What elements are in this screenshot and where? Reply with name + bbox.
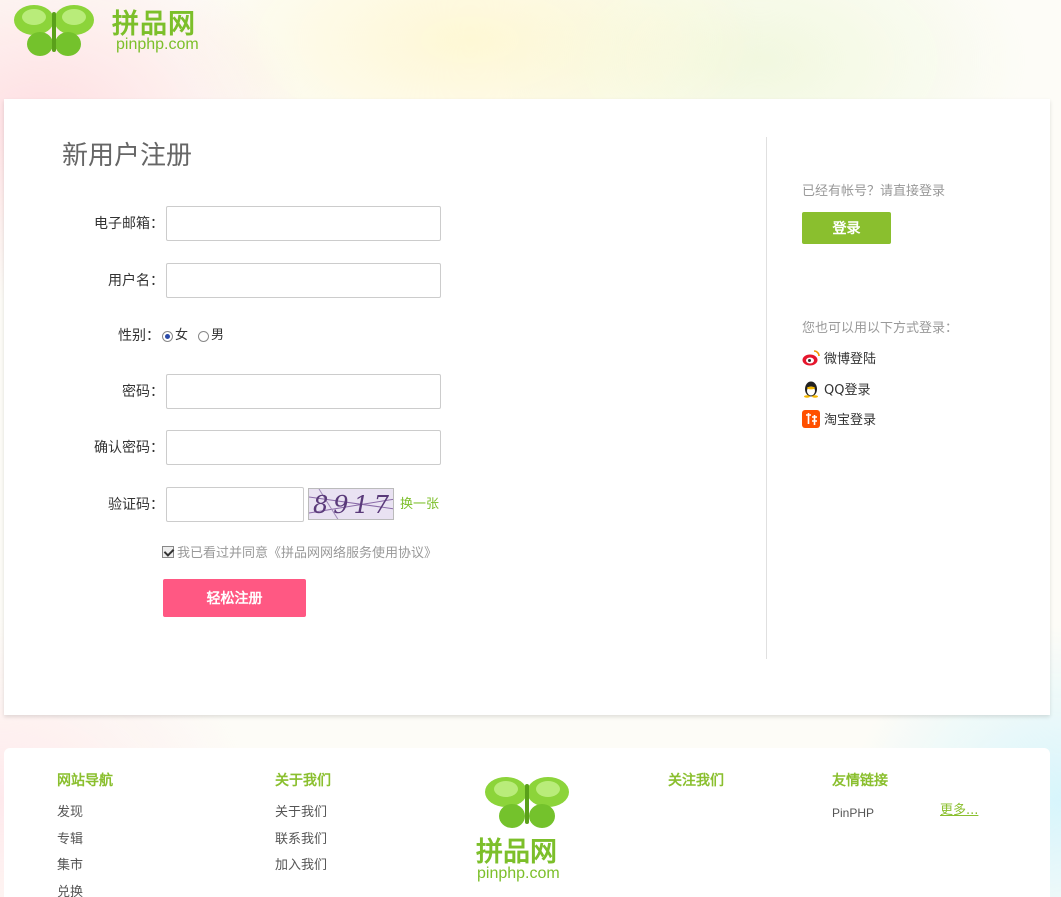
- footer-about-column: 关于我们 关于我们 联系我们 加入我们: [275, 770, 331, 880]
- radio-male[interactable]: [198, 330, 210, 342]
- vertical-divider: [766, 137, 767, 659]
- gender-options: 女 男: [162, 318, 234, 354]
- agreement[interactable]: 我已看过并同意《拼品网网络服务使用协议》: [162, 542, 437, 561]
- footer-links-title: 友情链接: [832, 773, 888, 789]
- footer-logo-text-en: pinphp.com: [477, 865, 560, 882]
- login-hint: 已经有帐号？请直接登录: [802, 184, 946, 199]
- password-field[interactable]: [166, 374, 441, 409]
- captcha-label: 验证码：: [108, 497, 164, 513]
- qq-login-label: QQ登录: [824, 383, 871, 398]
- captcha-image[interactable]: 8917: [308, 488, 394, 520]
- gender-label: 性别：: [118, 328, 160, 344]
- taobao-login-link[interactable]: 淘宝登录: [802, 409, 876, 428]
- footer-nav-column: 网站导航 发现 专辑 集市 兑换: [57, 770, 113, 897]
- footer-follow-title: 关注我们: [668, 773, 724, 789]
- captcha-row: 验证码： 8917 换一张: [4, 487, 464, 523]
- confirm-password-field[interactable]: [166, 430, 441, 465]
- weibo-login-label: 微博登陆: [824, 352, 877, 367]
- butterfly-icon: [14, 5, 94, 56]
- gender-female-option[interactable]: 女: [162, 318, 188, 354]
- page-title: 新用户注册: [62, 141, 193, 171]
- taobao-login-label: 淘宝登录: [824, 413, 877, 428]
- footer-nav-title: 网站导航: [57, 773, 113, 789]
- taobao-icon: [802, 409, 820, 428]
- footer-about-link[interactable]: 联系我们: [275, 827, 331, 854]
- refresh-captcha-link[interactable]: 换一张: [400, 487, 439, 523]
- footer-follow-column: 关注我们: [668, 770, 724, 800]
- password-label: 密码：: [122, 384, 164, 400]
- footer-logo[interactable]: 拼品网 pinphp.com: [474, 774, 584, 886]
- footer-nav-link[interactable]: 发现: [57, 800, 113, 827]
- username-label: 用户名：: [108, 273, 164, 289]
- footer-about-title: 关于我们: [275, 773, 331, 789]
- gender-male-label: 男: [211, 328, 225, 343]
- other-login-hint: 您也可以用以下方式登录：: [802, 321, 959, 336]
- email-label: 电子邮箱：: [94, 216, 164, 232]
- captcha-text: 8917: [313, 491, 394, 519]
- footer-nav-link[interactable]: 集市: [57, 853, 113, 880]
- username-field[interactable]: [166, 263, 441, 298]
- gender-female-label: 女: [175, 328, 189, 343]
- register-button[interactable]: 轻松注册: [163, 579, 306, 617]
- captcha-field[interactable]: [166, 487, 304, 522]
- radio-female[interactable]: [162, 330, 173, 342]
- footer: 网站导航 发现 专辑 集市 兑换 关于我们 关于我们 联系我们 加入我们 拼品网…: [4, 748, 1050, 897]
- agree-text: 我已看过并同意《拼品网网络服务使用协议》: [177, 546, 438, 561]
- agree-checkbox[interactable]: [162, 545, 174, 558]
- login-button[interactable]: 登录: [802, 212, 891, 244]
- weibo-icon: [802, 349, 820, 365]
- weibo-login-link[interactable]: 微博登陆: [802, 348, 876, 367]
- footer-about-link[interactable]: 加入我们: [275, 853, 331, 880]
- footer-links-column: 友情链接 PinPHP: [832, 770, 888, 827]
- site-logo[interactable]: 拼品网 pinphp.com: [12, 0, 212, 62]
- confirm-password-label: 确认密码：: [94, 440, 164, 456]
- footer-logo-text-cn: 拼品网: [476, 837, 557, 868]
- qq-penguin-icon: [804, 381, 818, 398]
- gender-male-option[interactable]: 男: [198, 318, 224, 354]
- logo-text-en: pinphp.com: [116, 36, 199, 53]
- footer-nav-link[interactable]: 兑换: [57, 880, 113, 897]
- more-links-link[interactable]: 更多...: [940, 799, 978, 818]
- footer-about-link[interactable]: 关于我们: [275, 800, 331, 827]
- qq-login-link[interactable]: QQ登录: [802, 379, 870, 398]
- footer-nav-link[interactable]: 专辑: [57, 827, 113, 854]
- email-field[interactable]: [166, 206, 441, 241]
- footer-friend-link[interactable]: PinPHP: [832, 800, 888, 827]
- register-card: 新用户注册 电子邮箱： 用户名： 性别： 女 男 密码： 确认密码： 验证码：: [4, 99, 1050, 715]
- butterfly-icon: [485, 777, 569, 828]
